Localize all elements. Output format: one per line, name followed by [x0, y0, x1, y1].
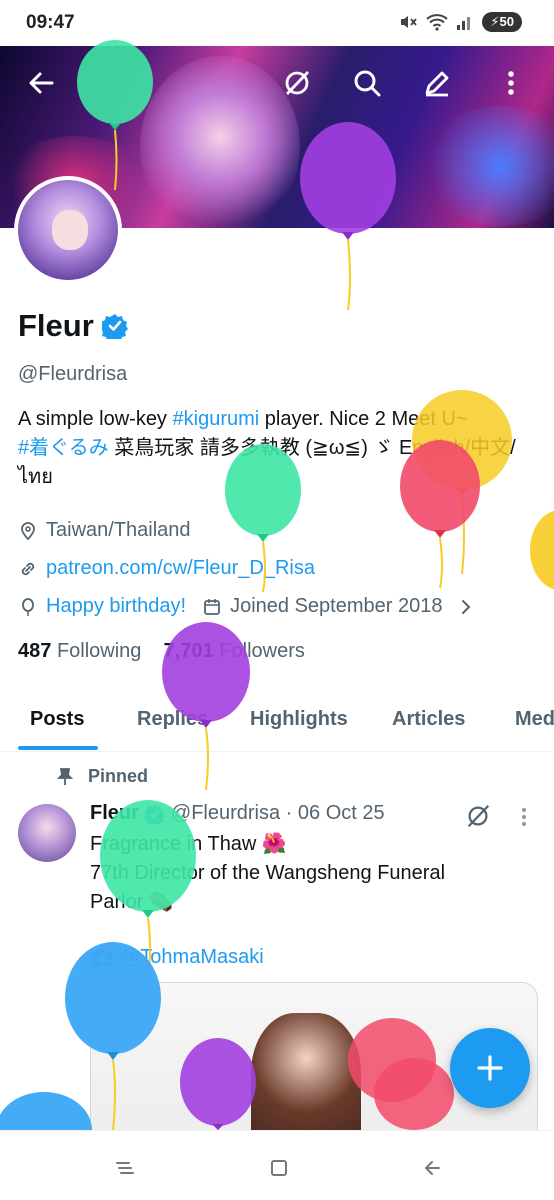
- back-arrow-icon: [29, 72, 54, 94]
- post-mention-row: @TohmaMasaki: [90, 946, 264, 969]
- profile-tabs: Posts Replies Highlights Articles Media: [0, 700, 554, 752]
- following-count: 487: [18, 640, 52, 662]
- home-icon: [271, 1160, 287, 1176]
- search-button[interactable]: [346, 62, 388, 104]
- mute-icon: [401, 16, 418, 28]
- grok-button[interactable]: [276, 62, 318, 104]
- joined-date: Joined September 2018: [230, 595, 443, 617]
- verified-badge-icon[interactable]: [101, 313, 128, 339]
- profile-name-row: Fleur: [18, 308, 128, 344]
- pin-icon: [56, 767, 74, 785]
- bio-text: player. Nice 2 Meet U~: [259, 408, 468, 430]
- search-icon: [354, 70, 381, 97]
- following-label: Following: [56, 640, 142, 662]
- back-chevron-icon: [424, 1161, 440, 1175]
- chevron-right-icon[interactable]: [456, 597, 476, 617]
- grok-icon: [285, 71, 310, 95]
- post-line: Parlor ⚰️: [90, 891, 174, 913]
- post-header: Fleur @Fleurdrisa · 06 Oct 25: [90, 802, 385, 825]
- hashtag-link[interactable]: #着ぐるみ: [18, 437, 109, 459]
- mention-link[interactable]: @TohmaMasaki: [120, 946, 264, 969]
- followers-link[interactable]: 7,701 Followers: [164, 640, 305, 662]
- tab-media[interactable]: Media: [515, 708, 554, 731]
- battery-level: 50: [499, 14, 514, 29]
- home-button[interactable]: [262, 1151, 296, 1185]
- signal-icon: [457, 17, 471, 30]
- following-link[interactable]: 487 Following: [18, 640, 141, 662]
- pinned-label: Pinned: [88, 766, 149, 786]
- hashtag-link[interactable]: #kigurumi: [173, 408, 260, 430]
- plus-icon: [477, 1055, 503, 1081]
- birthday-joined-row: Happy birthday! Joined September 2018: [18, 595, 476, 618]
- compose-post-button[interactable]: [450, 1028, 530, 1108]
- camera-icon: [91, 948, 113, 967]
- bio-text: A simple low-key: [18, 408, 173, 430]
- balloon: [530, 510, 554, 590]
- grok-icon[interactable]: [464, 802, 492, 830]
- bio-text: ไทย: [18, 466, 53, 488]
- back-button[interactable]: [20, 62, 62, 104]
- location-row: Taiwan/Thailand: [18, 519, 191, 542]
- post-handle-date: @Fleurdrisa · 06 Oct 25: [170, 802, 385, 824]
- link-icon: [21, 562, 35, 575]
- profile-name: Fleur: [18, 308, 94, 343]
- post-author-name[interactable]: Fleur: [90, 802, 139, 825]
- banner-light: [420, 106, 554, 226]
- system-navigation-bar: [0, 1130, 554, 1200]
- verified-badge-icon: [144, 804, 165, 824]
- tab-articles[interactable]: Articles: [392, 708, 465, 731]
- tab-highlights[interactable]: Highlights: [250, 708, 348, 731]
- website-link[interactable]: patreon.com/cw/Fleur_D_Risa: [46, 557, 315, 580]
- followers-label: Followers: [219, 640, 305, 662]
- more-vertical-icon: [508, 71, 514, 95]
- tab-replies[interactable]: Replies: [137, 708, 208, 731]
- avatar-face: [52, 210, 88, 250]
- wifi-icon: [426, 14, 449, 31]
- profile-handle: @Fleurdrisa: [18, 363, 128, 385]
- more-vertical-icon[interactable]: [514, 806, 534, 828]
- post-author-avatar[interactable]: [18, 804, 76, 862]
- edit-button[interactable]: [416, 62, 458, 104]
- location-text: Taiwan/Thailand: [46, 519, 191, 541]
- pencil-icon: [425, 71, 449, 97]
- battery-indicator: ⚡50: [482, 12, 522, 32]
- recent-apps-icon: [116, 1162, 134, 1174]
- status-icons: ⚡50: [398, 12, 522, 32]
- status-bar: 09:47 ⚡50: [0, 0, 554, 46]
- pinned-label-row: Pinned: [56, 766, 148, 787]
- balloon-icon: [22, 597, 34, 616]
- location-pin-icon: [21, 521, 35, 540]
- post-line: 77th Director of the Wangsheng Funeral: [90, 862, 446, 884]
- profile-bio: A simple low-key #kigurumi player. Nice …: [18, 405, 538, 492]
- status-time: 09:47: [26, 12, 75, 33]
- profile-avatar[interactable]: [14, 176, 122, 284]
- website-row: patreon.com/cw/Fleur_D_Risa: [18, 557, 315, 580]
- post-text: Fragrance in Thaw 🌺 77th Director of the…: [90, 830, 490, 917]
- follow-stats: 487 Following 7,701 Followers: [18, 640, 305, 663]
- tab-posts[interactable]: Posts: [30, 708, 84, 731]
- calendar-icon: [204, 598, 220, 615]
- recent-apps-button[interactable]: [108, 1151, 142, 1185]
- active-tab-indicator: [18, 746, 98, 750]
- more-options-button[interactable]: [490, 62, 532, 104]
- bio-text: 菜鳥玩家 請多多執教 (≧ω≦) ゞ English/中文/: [108, 437, 516, 459]
- system-back-button[interactable]: [416, 1151, 450, 1185]
- post-line: Fragrance in Thaw 🌺: [90, 833, 287, 855]
- followers-count: 7,701: [163, 640, 214, 662]
- balloon: [0, 1092, 92, 1130]
- birthday-link[interactable]: Happy birthday!: [46, 595, 186, 618]
